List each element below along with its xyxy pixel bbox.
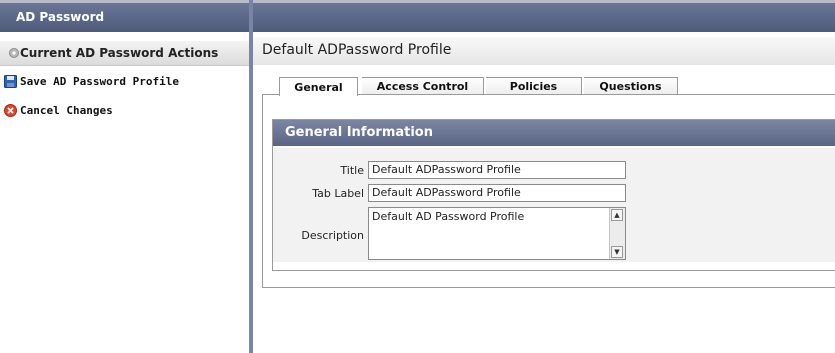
tab-label-label: Tab Label bbox=[312, 187, 364, 200]
save-profile-label: Save AD Password Profile bbox=[20, 74, 179, 88]
title-label: Title bbox=[340, 164, 364, 177]
tab-questions[interactable]: Questions bbox=[584, 77, 678, 95]
description-textarea[interactable]: Default AD Password Profile ▲ ▼ bbox=[368, 207, 626, 260]
cancel-icon bbox=[4, 103, 17, 117]
tab-policies-label: Policies bbox=[509, 80, 558, 93]
description-text: Default AD Password Profile bbox=[372, 210, 525, 223]
sidebar: AD Password Current AD Password Actions … bbox=[0, 0, 249, 353]
tab-policies[interactable]: Policies bbox=[486, 77, 582, 95]
save-profile-action[interactable]: Save AD Password Profile bbox=[4, 72, 179, 90]
section-title: General Information bbox=[285, 125, 433, 140]
tab-questions-label: Questions bbox=[599, 80, 662, 93]
tab-general[interactable]: General bbox=[279, 77, 358, 96]
scroll-up-icon[interactable]: ▲ bbox=[611, 209, 623, 221]
top-bar bbox=[253, 0, 835, 32]
gear-icon bbox=[9, 48, 19, 58]
cancel-changes-action[interactable]: Cancel Changes bbox=[4, 101, 113, 119]
tab-general-label: General bbox=[294, 80, 343, 94]
description-scrollbar[interactable]: ▲ ▼ bbox=[609, 208, 625, 259]
actions-panel-header: Current AD Password Actions bbox=[0, 41, 249, 66]
content-header: Default ADPassword Profile bbox=[253, 37, 835, 65]
tab-label-field[interactable]: Default ADPassword Profile bbox=[368, 184, 626, 202]
page-title: Default ADPassword Profile bbox=[262, 42, 452, 58]
cancel-changes-label: Cancel Changes bbox=[20, 103, 113, 117]
sidebar-header: AD Password bbox=[0, 0, 249, 32]
tab-access-control[interactable]: Access Control bbox=[362, 77, 484, 95]
description-label: Description bbox=[301, 229, 364, 242]
tab-access-control-label: Access Control bbox=[376, 80, 469, 93]
scroll-down-icon[interactable]: ▼ bbox=[611, 246, 623, 258]
title-field[interactable]: Default ADPassword Profile bbox=[368, 161, 626, 179]
floppy-disk-icon bbox=[4, 74, 17, 88]
actions-panel-title: Current AD Password Actions bbox=[20, 46, 219, 60]
sidebar-title: AD Password bbox=[16, 10, 105, 24]
section-header: General Information bbox=[273, 120, 835, 146]
